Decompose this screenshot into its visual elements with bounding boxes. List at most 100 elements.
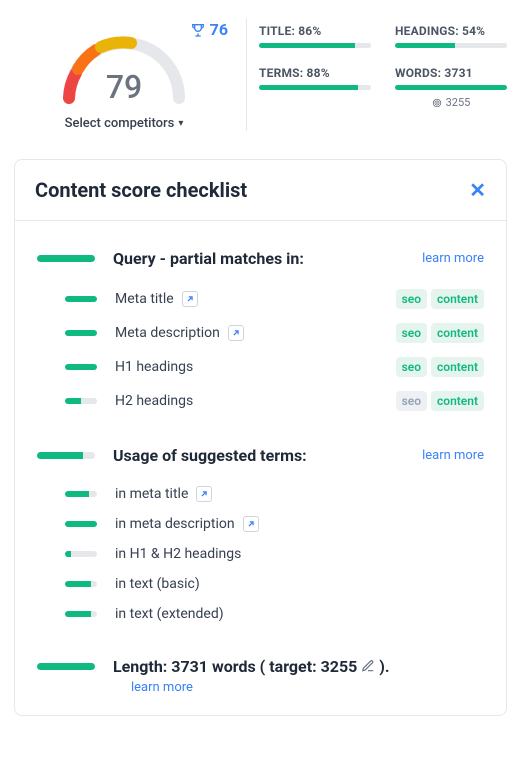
row-bar-fill xyxy=(65,521,97,527)
row-bar-fill xyxy=(65,611,91,617)
external-link-icon[interactable] xyxy=(196,486,212,502)
row-bar-fill xyxy=(65,581,91,587)
section-length-bar xyxy=(37,663,95,670)
checklist-row: Meta descriptionseocontent xyxy=(37,316,484,350)
section-terms-bar xyxy=(37,452,95,459)
trophy-value: 76 xyxy=(210,20,228,39)
section-length-head: Length: 3731 words ( target: 3255 ). xyxy=(37,657,484,676)
row-bar xyxy=(65,398,97,404)
row-label-text: in meta title xyxy=(115,486,188,502)
section-query-title: Query - partial matches in: xyxy=(113,249,404,268)
words-target-value: 3255 xyxy=(446,96,471,109)
tag-seo: seo xyxy=(396,289,427,309)
section-terms-head: Usage of suggested terms: learn more xyxy=(37,446,484,465)
row-label-text: H2 headings xyxy=(115,393,193,409)
select-competitors[interactable]: Select competitors ▾ xyxy=(65,116,184,131)
tag-content: content xyxy=(431,391,484,411)
length-text-b: ). xyxy=(379,657,389,676)
checklist-row: H2 headings seocontent xyxy=(37,384,484,418)
edit-icon[interactable] xyxy=(361,659,375,673)
card-body: Query - partial matches in: learn more M… xyxy=(15,220,506,715)
metric-title-bar xyxy=(259,43,371,48)
row-label-text: in H1 & H2 headings xyxy=(115,546,241,562)
words-target: 3255 xyxy=(395,96,507,109)
metric-terms: TERMS: 88% xyxy=(259,66,371,109)
select-competitors-label: Select competitors xyxy=(65,116,175,131)
gauge-column: 76 79 Select competitors ▾ xyxy=(14,18,234,131)
terms-rows: in meta title in meta description in H1 & … xyxy=(37,479,484,629)
row-label-text: Meta title xyxy=(115,291,174,307)
external-link-icon[interactable] xyxy=(182,291,198,307)
learn-more-terms[interactable]: learn more xyxy=(422,448,484,463)
target-icon xyxy=(432,98,442,108)
checklist-row: H1 headings seocontent xyxy=(37,350,484,384)
row-tags: seocontent xyxy=(396,289,484,309)
row-bar xyxy=(65,521,97,527)
chevron-down-icon: ▾ xyxy=(178,118,183,129)
row-label: in meta description xyxy=(115,516,484,532)
section-terms-title: Usage of suggested terms: xyxy=(113,446,404,465)
gauge-score: 79 xyxy=(49,68,199,106)
tag-seo: seo xyxy=(396,357,427,377)
row-label: in meta title xyxy=(115,486,484,502)
section-terms: Usage of suggested terms: learn more in … xyxy=(37,446,484,629)
section-query-head: Query - partial matches in: learn more xyxy=(37,249,484,268)
section-length-fill xyxy=(37,663,95,670)
row-label-text: in meta description xyxy=(115,516,235,532)
tag-seo: seo xyxy=(396,391,427,411)
row-bar-fill xyxy=(65,364,97,370)
row-bar xyxy=(65,551,97,557)
metric-terms-fill xyxy=(259,85,358,90)
row-bar-fill xyxy=(65,551,71,557)
metric-title: TITLE: 86% xyxy=(259,24,371,48)
row-label-text: Meta description xyxy=(115,325,220,341)
row-bar xyxy=(65,364,97,370)
section-query: Query - partial matches in: learn more M… xyxy=(37,249,484,418)
row-label-text: in text (extended) xyxy=(115,606,224,622)
row-bar-fill xyxy=(65,296,97,302)
checklist-row: Meta title seocontent xyxy=(37,282,484,316)
external-link-icon[interactable] xyxy=(243,516,259,532)
tag-content: content xyxy=(431,357,484,377)
row-bar xyxy=(65,296,97,302)
section-length-title: Length: 3731 words ( target: 3255 ). xyxy=(113,657,484,676)
metric-terms-label: TERMS: 88% xyxy=(259,66,371,80)
metric-words: WORDS: 3731 3255 xyxy=(395,66,507,109)
section-length: Length: 3731 words ( target: 3255 ). lea… xyxy=(37,657,484,695)
metric-words-bar xyxy=(395,85,507,90)
checklist-row: in meta title xyxy=(37,479,484,509)
row-bar xyxy=(65,330,97,336)
metric-terms-bar xyxy=(259,85,371,90)
row-label-text: in text (basic) xyxy=(115,576,200,592)
query-rows: Meta titleseocontentMeta descriptionseoc… xyxy=(37,282,484,418)
row-bar xyxy=(65,611,97,617)
top-panel: 76 79 Select competitors ▾ TITLE: 86% HE… xyxy=(0,0,521,149)
tag-content: content xyxy=(431,323,484,343)
checklist-card: Content score checklist ✕ Query - partia… xyxy=(14,159,507,716)
section-query-bar xyxy=(37,255,95,262)
section-query-fill xyxy=(37,255,95,262)
metric-headings-bar xyxy=(395,43,507,48)
card-title: Content score checklist xyxy=(35,178,247,202)
card-header: Content score checklist ✕ xyxy=(15,160,506,220)
checklist-row: in text (extended) xyxy=(37,599,484,629)
close-icon[interactable]: ✕ xyxy=(469,178,486,202)
row-bar xyxy=(65,581,97,587)
metric-words-fill xyxy=(395,85,507,90)
row-label: in text (extended) xyxy=(115,606,484,622)
tag-content: content xyxy=(431,289,484,309)
learn-more-length[interactable]: learn more xyxy=(131,680,484,695)
learn-more-query[interactable]: learn more xyxy=(422,251,484,266)
row-label: in text (basic) xyxy=(115,576,484,592)
row-bar-fill xyxy=(65,398,81,404)
section-terms-fill xyxy=(37,452,83,459)
metric-headings-label: HEADINGS: 54% xyxy=(395,24,507,38)
row-bar-fill xyxy=(65,491,89,497)
row-label: H2 headings xyxy=(115,393,378,409)
metric-title-fill xyxy=(259,43,355,48)
gauge: 79 xyxy=(49,18,199,108)
length-text-a: Length: 3731 words ( target: 3255 xyxy=(113,657,361,676)
external-link-icon[interactable] xyxy=(228,325,244,341)
row-label: H1 headings xyxy=(115,359,378,375)
row-tags: seocontent xyxy=(396,357,484,377)
